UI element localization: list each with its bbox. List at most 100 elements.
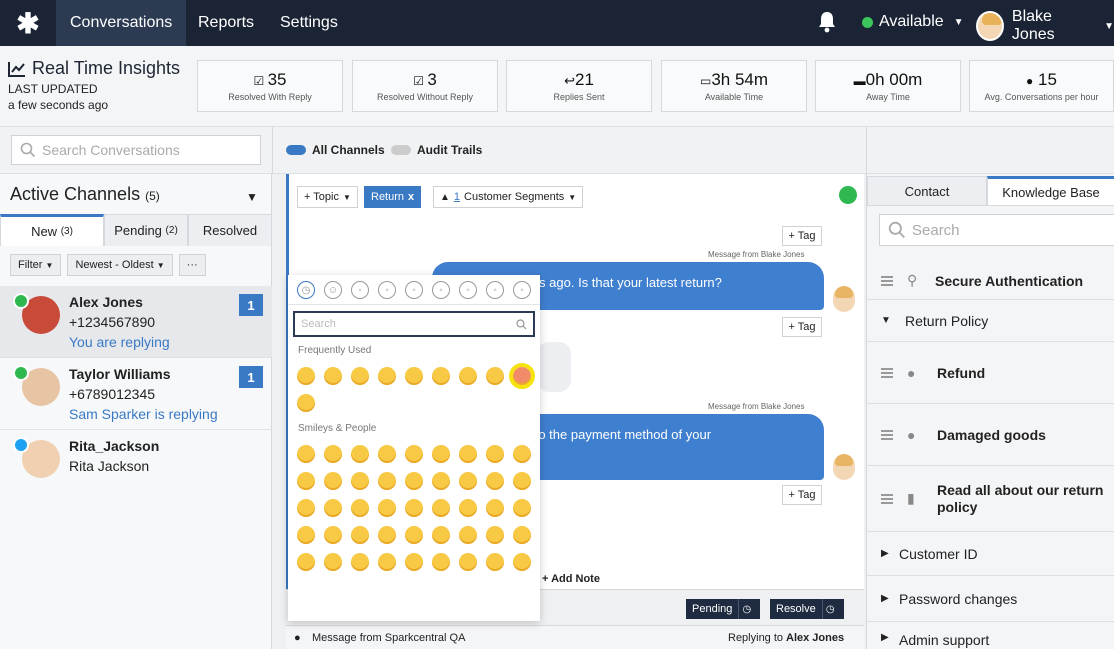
emoji-button[interactable] <box>405 553 423 571</box>
lightbulb-icon[interactable]: ◦ <box>459 281 477 299</box>
clock-icon[interactable]: ◷ <box>297 281 315 299</box>
emoji-button[interactable] <box>297 553 315 571</box>
emoji-button[interactable] <box>432 553 450 571</box>
emoji-button[interactable] <box>405 367 423 385</box>
resolve-button[interactable]: Resolve ◷ <box>770 599 844 619</box>
bell-icon[interactable] <box>816 10 838 34</box>
emoji-button[interactable] <box>513 472 531 490</box>
emoji-button[interactable] <box>459 499 477 517</box>
emoji-button[interactable] <box>351 553 369 571</box>
clock-icon[interactable]: ◷ <box>738 599 754 619</box>
drag-handle-icon[interactable] <box>881 368 893 378</box>
add-tag-button[interactable]: + Tag <box>782 317 822 337</box>
emoji-button[interactable] <box>378 526 396 544</box>
emoji-button[interactable] <box>351 499 369 517</box>
emoji-button[interactable] <box>432 472 450 490</box>
audit-trails-toggle[interactable]: Audit Trails <box>391 143 482 157</box>
emoji-button[interactable] <box>378 367 396 385</box>
emoji-button[interactable] <box>486 445 504 463</box>
emoji-button[interactable] <box>351 472 369 490</box>
drag-handle-icon[interactable] <box>881 276 893 286</box>
smiley-icon[interactable]: ☺ <box>324 281 342 299</box>
emoji-button[interactable] <box>297 499 315 517</box>
kb-item-read-return-policy[interactable]: ▮ Read all about our return policy <box>867 466 1114 532</box>
close-icon[interactable]: x <box>408 191 414 203</box>
emoji-button[interactable] <box>297 394 315 412</box>
emoji-button[interactable] <box>486 367 504 385</box>
conversation-item[interactable]: Taylor Williams +6789012345 Sam Sparker … <box>0 358 272 430</box>
filter-button[interactable]: Filter ▼ <box>10 254 62 276</box>
pending-button[interactable]: Pending ◷ <box>686 599 761 619</box>
app-logo-icon[interactable]: ✱ <box>0 0 56 46</box>
emoji-button[interactable] <box>486 553 504 571</box>
emoji-button[interactable] <box>432 367 450 385</box>
kb-item-customer-id[interactable]: ▶ Customer ID <box>867 532 1114 576</box>
all-channels-toggle[interactable]: All Channels <box>286 143 385 157</box>
drag-handle-icon[interactable] <box>881 430 893 440</box>
emoji-button[interactable] <box>432 499 450 517</box>
tab-pending[interactable]: Pending (2) <box>104 214 188 246</box>
customer-segments-dropdown[interactable]: ▲ 1 Customer Segments ▼ <box>433 186 584 208</box>
user-menu[interactable]: Blake Jones ▼ <box>976 8 1114 44</box>
emoji-button[interactable] <box>324 472 342 490</box>
emoji-button[interactable] <box>297 367 315 385</box>
emoji-button[interactable] <box>405 499 423 517</box>
add-tag-button[interactable]: + Tag <box>782 485 822 505</box>
availability-dropdown[interactable]: Available ▼ <box>862 13 964 31</box>
kb-item-password-changes[interactable]: ▶ Password changes <box>867 576 1114 622</box>
emoji-button[interactable] <box>378 472 396 490</box>
car-icon[interactable]: ◦ <box>432 281 450 299</box>
emoji-button[interactable] <box>351 526 369 544</box>
emoji-button[interactable] <box>509 363 535 389</box>
more-options-button[interactable]: ··· <box>178 254 206 276</box>
animal-icon[interactable]: ◦ <box>351 281 369 299</box>
nav-tab-reports[interactable]: Reports <box>184 0 268 46</box>
emoji-button[interactable] <box>378 499 396 517</box>
emoji-button[interactable] <box>459 553 477 571</box>
emoji-button[interactable] <box>459 367 477 385</box>
food-icon[interactable]: ◦ <box>378 281 396 299</box>
emoji-button[interactable] <box>432 445 450 463</box>
kb-item-admin-support[interactable]: ▶ Admin support <box>867 622 1114 649</box>
tab-knowledge-base[interactable]: Knowledge Base <box>987 176 1114 206</box>
kb-item-secure-authentication[interactable]: ⚲ Secure Authentication <box>867 262 1114 300</box>
search-conversations-input[interactable]: Search Conversations <box>11 135 261 165</box>
emoji-button[interactable] <box>324 553 342 571</box>
add-note-button[interactable]: + Add Note <box>542 573 600 585</box>
emoji-button[interactable] <box>459 445 477 463</box>
emoji-button[interactable] <box>324 367 342 385</box>
emoji-button[interactable] <box>432 526 450 544</box>
emoji-button[interactable] <box>324 526 342 544</box>
emoji-button[interactable] <box>486 499 504 517</box>
nav-tab-settings[interactable]: Settings <box>266 0 352 46</box>
emoji-search-input[interactable]: Search <box>293 311 535 337</box>
topic-dropdown[interactable]: + Topic ▼ <box>297 186 358 208</box>
caret-down-icon[interactable]: ▼ <box>246 190 258 204</box>
emoji-button[interactable] <box>513 445 531 463</box>
emoji-button[interactable] <box>297 526 315 544</box>
conversation-item[interactable]: Alex Jones +1234567890 You are replying … <box>0 286 272 358</box>
emoji-button[interactable] <box>351 445 369 463</box>
emoji-button[interactable] <box>405 472 423 490</box>
emoji-button[interactable] <box>486 526 504 544</box>
drag-handle-icon[interactable] <box>881 494 893 504</box>
emoji-button[interactable] <box>513 553 531 571</box>
emoji-button[interactable] <box>351 367 369 385</box>
emoji-button[interactable] <box>513 526 531 544</box>
add-tag-button[interactable]: + Tag <box>782 226 822 246</box>
emoji-button[interactable] <box>513 499 531 517</box>
tab-contact[interactable]: Contact <box>867 176 987 206</box>
kb-item-return-policy[interactable]: ▼ Return Policy <box>867 300 1114 342</box>
emoji-button[interactable] <box>324 445 342 463</box>
emoji-button[interactable] <box>405 526 423 544</box>
nav-tab-conversations[interactable]: Conversations <box>56 0 187 46</box>
clock-icon[interactable]: ◷ <box>821 599 838 619</box>
emoji-button[interactable] <box>459 472 477 490</box>
emoji-button[interactable] <box>405 445 423 463</box>
return-tag-chip[interactable]: Return x <box>364 186 422 208</box>
knowledge-search-input[interactable]: Search <box>879 214 1114 246</box>
sort-button[interactable]: Newest - Oldest ▼ <box>67 254 173 276</box>
emoji-button[interactable] <box>459 526 477 544</box>
emoji-button[interactable] <box>378 445 396 463</box>
emoji-button[interactable] <box>486 472 504 490</box>
